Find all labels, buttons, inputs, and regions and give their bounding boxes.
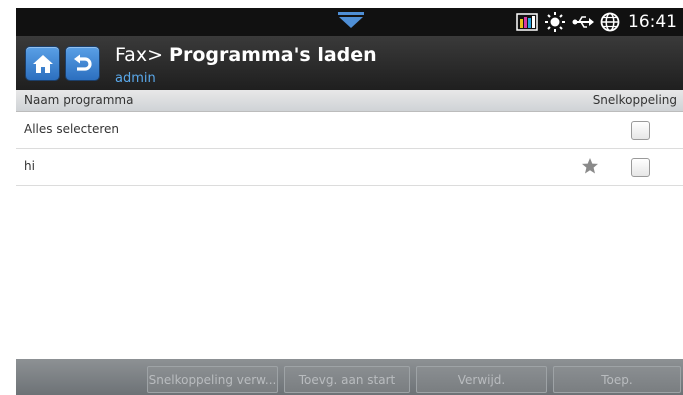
globe-icon (600, 12, 620, 32)
printer-screen: 16:41 Fax> Programma's laden admin Naam … (16, 8, 683, 395)
delete-button[interactable]: Verwijd. (416, 366, 547, 393)
row-label: hi (24, 159, 35, 173)
brightness-icon (545, 12, 565, 32)
row-checkbox[interactable] (631, 158, 650, 177)
apply-button[interactable]: Toep. (553, 366, 681, 393)
usb-icon (572, 16, 594, 28)
row-label: Alles selecteren (24, 122, 120, 136)
status-icons: 16:41 (516, 8, 677, 36)
add-to-home-button[interactable]: Toevg. aan start (284, 366, 410, 393)
back-button[interactable] (66, 47, 99, 80)
back-arrow-icon (73, 54, 92, 71)
pull-down-tab-icon[interactable] (336, 12, 366, 30)
header: Fax> Programma's laden admin (16, 36, 683, 90)
status-bar: 16:41 (16, 8, 683, 36)
column-header-shortcut: Snelkoppeling (592, 93, 677, 107)
delete-shortcut-button[interactable]: Snelkoppeling verw... (147, 366, 278, 393)
select-all-checkbox[interactable] (631, 121, 650, 140)
home-button[interactable] (26, 47, 59, 80)
page-title: Fax> Programma's laden (115, 44, 377, 66)
clock: 16:41 (628, 12, 677, 32)
title-text: Programma's laden (169, 44, 377, 66)
title-prefix: Fax> (115, 44, 170, 66)
table-header: Naam programma Snelkoppeling (16, 90, 683, 112)
home-icon (32, 54, 53, 73)
user-label: admin (115, 71, 156, 86)
star-icon (582, 158, 598, 174)
action-bar: Snelkoppeling verw... Toevg. aan start V… (16, 359, 683, 395)
toner-level-icon (516, 13, 538, 31)
select-all-row[interactable]: Alles selecteren (16, 112, 683, 149)
program-row[interactable]: hi (16, 149, 683, 186)
column-header-name: Naam programma (24, 93, 134, 107)
